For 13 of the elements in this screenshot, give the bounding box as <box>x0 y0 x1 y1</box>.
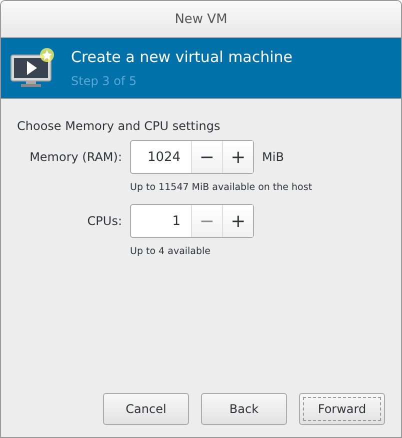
window-title: New VM <box>174 12 228 26</box>
dialog-button[interactable]: Forward <box>299 393 385 425</box>
banner-title: Create a new virtual machine <box>71 48 293 66</box>
unit-label: MiB <box>262 150 284 164</box>
hint-text: Up to 4 available <box>130 245 212 259</box>
monitor-play-icon <box>9 47 55 89</box>
dialog-button[interactable]: Cancel <box>103 393 189 425</box>
hint-text: Up to 11547 MiB available on the host <box>130 181 314 195</box>
field-label: Memory (RAM): <box>28 150 123 164</box>
step-indicator: Step 3 of 5 <box>71 74 138 88</box>
dialog-button[interactable]: Back <box>201 393 287 425</box>
section-label: Choose Memory and CPU settings <box>17 119 222 133</box>
field-label: CPUs: <box>86 214 123 228</box>
